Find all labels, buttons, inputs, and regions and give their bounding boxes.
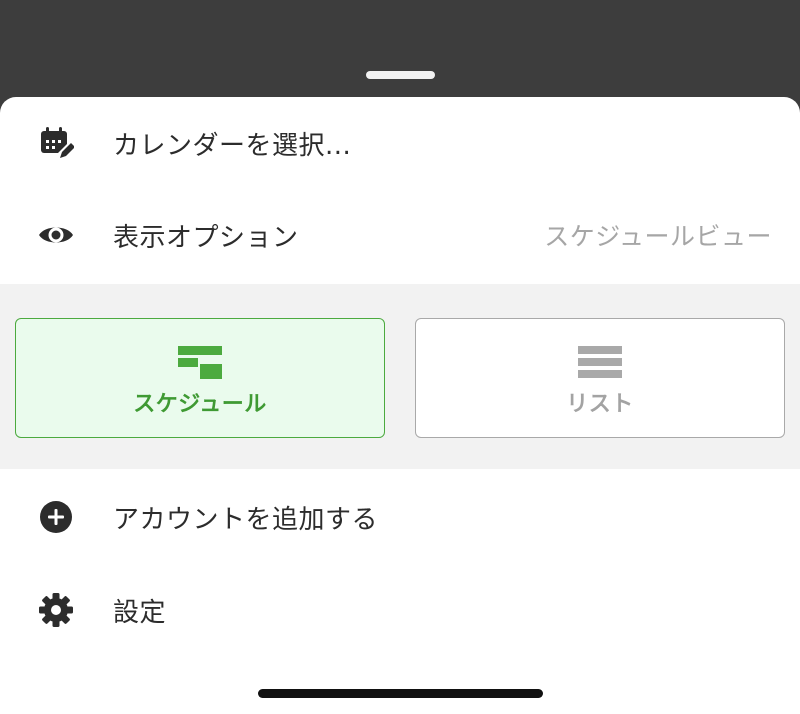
eye-icon [38,217,74,253]
list-view-label: リスト [566,392,634,417]
sheet-grabber[interactable] [366,71,435,79]
add-account-label: アカウントを追加する [113,504,379,535]
schedule-view-button[interactable]: スケジュール [15,318,385,438]
view-options-panel: スケジュール リスト [0,284,800,469]
display-options-row[interactable]: 表示オプション スケジュールビュー [0,189,800,281]
bottom-sheet: カレンダーを選択... 表示オプション スケジュールビュー スケジュール リスト… [0,97,800,714]
select-calendar-label: カレンダーを選択... [113,130,352,161]
list-view-button[interactable]: リスト [415,318,785,438]
schedule-view-label: スケジュール [133,392,267,417]
list-icon [576,344,624,384]
display-options-label: 表示オプション [113,222,299,253]
settings-row[interactable]: 設定 [0,564,800,656]
schedule-icon [176,344,224,384]
add-circle-icon [38,499,74,535]
settings-label: 設定 [113,597,167,628]
display-options-value: スケジュールビュー [544,222,772,251]
gear-icon [38,592,74,628]
home-indicator [258,689,543,698]
calendar-edit-icon [38,125,74,161]
select-calendar-row[interactable]: カレンダーを選択... [0,97,800,189]
add-account-row[interactable]: アカウントを追加する [0,471,800,563]
